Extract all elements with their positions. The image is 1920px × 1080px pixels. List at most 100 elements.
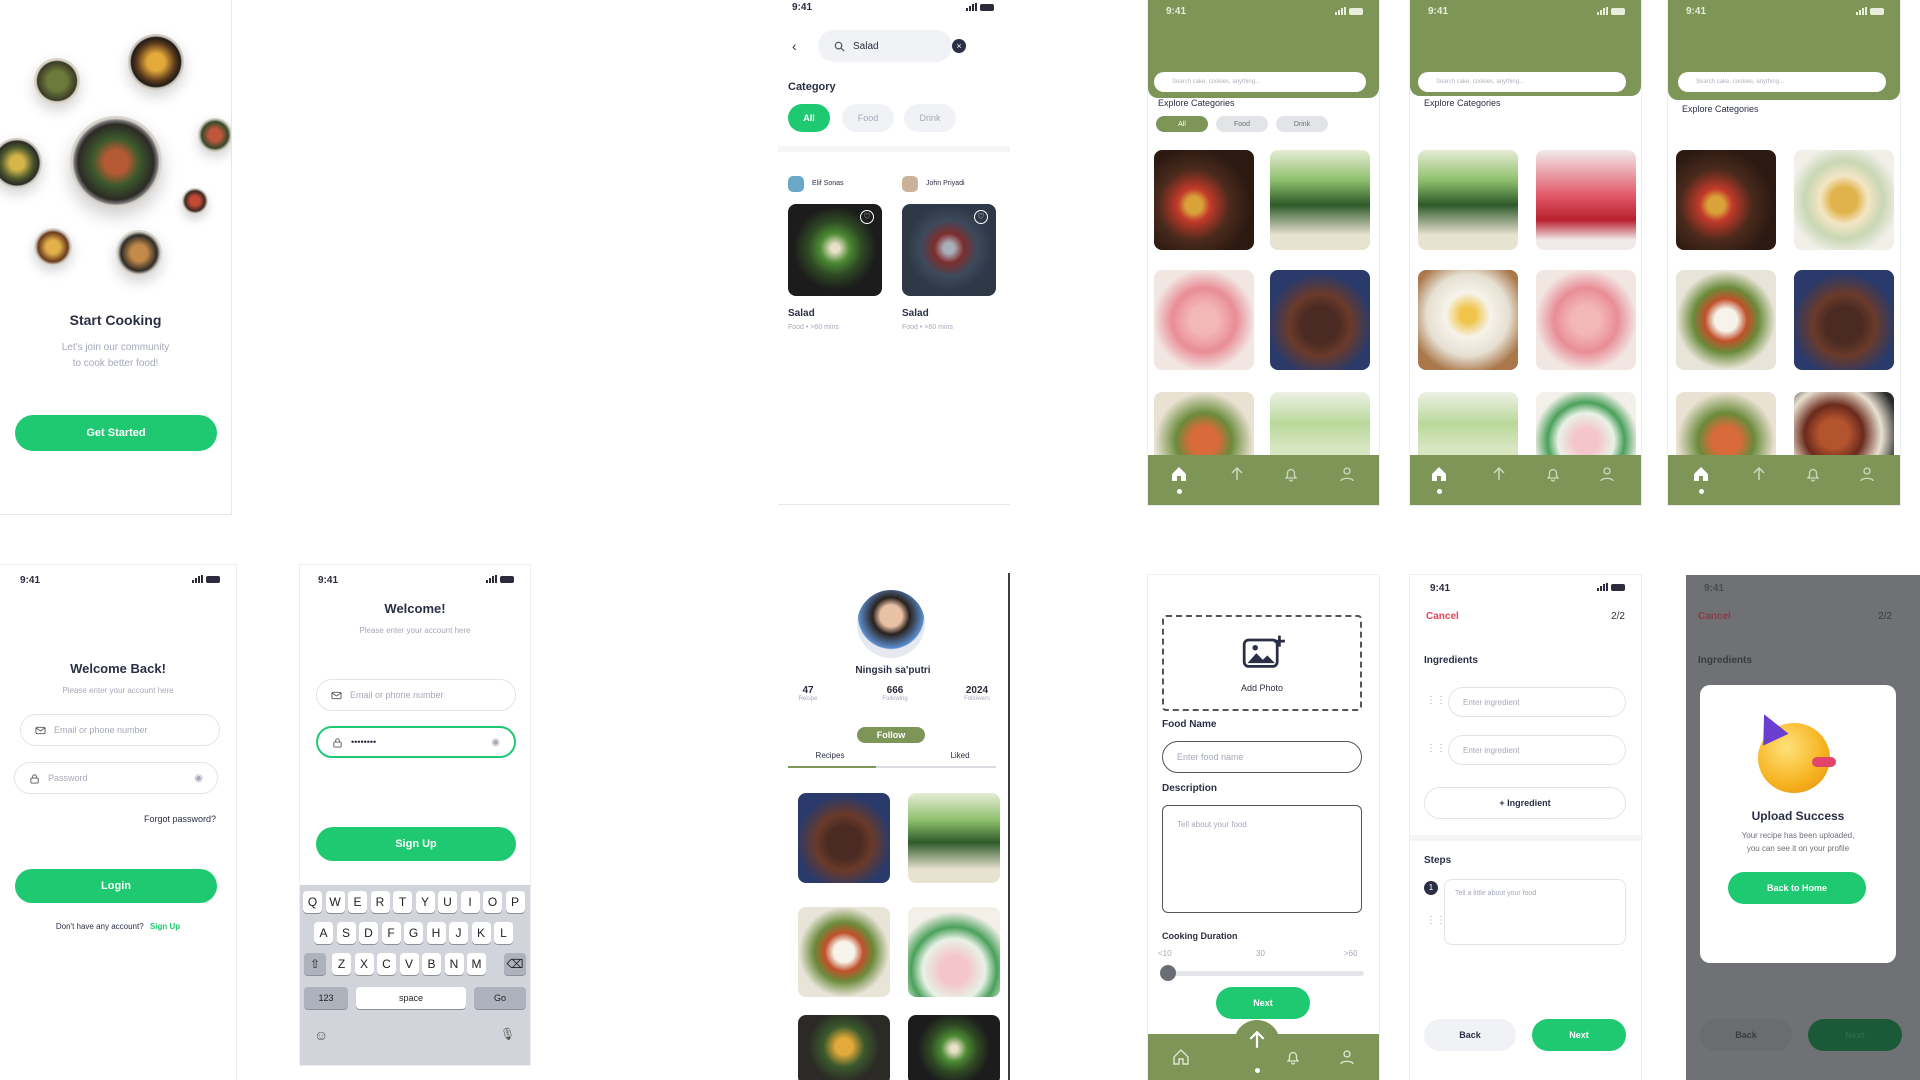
key-n[interactable]: N: [444, 953, 464, 975]
chip-drink[interactable]: Drink: [904, 104, 956, 132]
next-button[interactable]: Next: [1216, 987, 1310, 1019]
chip-food[interactable]: Food: [842, 104, 894, 132]
clear-search-icon[interactable]: ×: [952, 39, 966, 53]
bell-icon[interactable]: [1804, 465, 1822, 483]
follow-button[interactable]: Follow: [857, 727, 925, 743]
shift-key[interactable]: ⇧: [304, 953, 326, 975]
upload-tab-active[interactable]: [1234, 1020, 1280, 1066]
key-r[interactable]: R: [370, 891, 390, 913]
home-icon[interactable]: [1172, 1048, 1190, 1066]
key-l[interactable]: L: [494, 922, 513, 944]
microphone-icon[interactable]: 🎙: [500, 1027, 515, 1041]
key-x[interactable]: X: [354, 953, 374, 975]
bell-icon[interactable]: [1282, 465, 1300, 483]
bell-icon[interactable]: [1544, 465, 1562, 483]
space-key[interactable]: space: [356, 987, 466, 1009]
bell-icon[interactable]: [1284, 1048, 1302, 1066]
key-w[interactable]: W: [325, 891, 345, 913]
key-j[interactable]: J: [449, 922, 468, 944]
profile-icon[interactable]: [1338, 1048, 1356, 1066]
key-k[interactable]: K: [471, 922, 491, 944]
recipe-image[interactable]: [1794, 270, 1894, 370]
profile-icon[interactable]: [1338, 465, 1356, 483]
numbers-key[interactable]: 123: [304, 987, 348, 1009]
chip-drink[interactable]: Drink: [1276, 116, 1328, 132]
search-input[interactable]: Salad: [818, 30, 952, 62]
eye-icon[interactable]: ◉: [194, 773, 203, 784]
recipe-image[interactable]: [1536, 150, 1636, 250]
key-e[interactable]: E: [348, 891, 367, 913]
tab-liked[interactable]: Liked: [918, 751, 1002, 760]
add-photo-area[interactable]: Add Photo: [1162, 615, 1362, 711]
recipe-image[interactable]: [1270, 392, 1370, 462]
eye-icon[interactable]: ◉: [491, 737, 500, 748]
recipe-image[interactable]: [908, 1015, 1000, 1080]
key-p[interactable]: P: [505, 891, 525, 913]
key-h[interactable]: H: [426, 922, 446, 944]
recipe-image[interactable]: [1676, 392, 1776, 462]
home-icon[interactable]: [1170, 465, 1188, 483]
recipe-image[interactable]: [1676, 270, 1776, 370]
recipe-image[interactable]: [1794, 150, 1894, 250]
recipe-image[interactable]: [1270, 270, 1370, 370]
drag-handle-icon[interactable]: ⋮⋮: [1426, 743, 1446, 754]
recipe-image[interactable]: [908, 793, 1000, 883]
search-input[interactable]: Search cake, cookies, anything...: [1678, 72, 1886, 92]
recipe-image[interactable]: [1418, 392, 1518, 462]
forgot-password-link[interactable]: Forgot password?: [144, 814, 216, 824]
key-g[interactable]: G: [404, 922, 423, 944]
key-t[interactable]: T: [393, 891, 412, 913]
signup-link[interactable]: Sign Up: [150, 922, 180, 931]
signup-button[interactable]: Sign Up: [316, 827, 516, 861]
key-q[interactable]: Q: [303, 891, 322, 913]
recipe-image[interactable]: [1536, 392, 1636, 462]
login-button[interactable]: Login: [15, 869, 217, 903]
back-to-home-button[interactable]: Back to Home: [1728, 872, 1866, 904]
go-key[interactable]: Go: [474, 987, 526, 1009]
upload-icon[interactable]: [1750, 465, 1768, 483]
email-field[interactable]: Email or phone number: [316, 679, 516, 711]
step-input[interactable]: Tell a little about your food: [1444, 879, 1626, 945]
key-f[interactable]: F: [381, 922, 401, 944]
recipe-image[interactable]: [1154, 392, 1254, 462]
recipe-image[interactable]: [1418, 150, 1518, 250]
home-icon[interactable]: [1430, 465, 1448, 483]
profile-icon[interactable]: [1598, 465, 1616, 483]
recipe-image[interactable]: [1154, 270, 1254, 370]
cancel-link[interactable]: Cancel: [1426, 611, 1459, 622]
key-d[interactable]: D: [359, 922, 378, 944]
password-field[interactable]: Password ◉: [14, 762, 218, 794]
key-u[interactable]: U: [438, 891, 457, 913]
recipe-card[interactable]: Elif Sonas ♡ Salad Food • >60 mins: [788, 176, 888, 346]
recipe-image[interactable]: [1536, 270, 1636, 370]
add-ingredient-button[interactable]: + Ingredient: [1424, 787, 1626, 819]
description-input[interactable]: Tell about your food: [1162, 805, 1362, 913]
key-m[interactable]: M: [467, 953, 486, 975]
key-o[interactable]: O: [483, 891, 502, 913]
drag-handle-icon[interactable]: ⋮⋮: [1426, 695, 1446, 706]
duration-slider-handle[interactable]: [1160, 965, 1176, 981]
recipe-image[interactable]: [1794, 392, 1894, 462]
recipe-image[interactable]: [798, 907, 890, 997]
food-name-input[interactable]: Enter food name: [1162, 741, 1362, 773]
key-z[interactable]: Z: [332, 953, 351, 975]
next-button[interactable]: Next: [1532, 1019, 1626, 1051]
chip-all[interactable]: All: [788, 104, 830, 132]
recipe-image[interactable]: [1270, 150, 1370, 250]
recipe-image[interactable]: [1154, 150, 1254, 250]
key-a[interactable]: A: [314, 922, 333, 944]
drag-handle-icon[interactable]: ⋮⋮: [1426, 915, 1446, 926]
recipe-image[interactable]: [1418, 270, 1518, 370]
recipe-card[interactable]: John Priyadi ♡ Salad Food • >60 mins: [902, 176, 1002, 346]
delete-key[interactable]: ⌫: [504, 953, 526, 975]
ingredient-input[interactable]: Enter ingredient: [1448, 687, 1626, 717]
chip-all[interactable]: All: [1156, 116, 1208, 132]
tab-recipes[interactable]: Recipes: [788, 751, 872, 760]
key-v[interactable]: V: [399, 953, 419, 975]
get-started-button[interactable]: Get Started: [15, 415, 217, 451]
ingredient-input[interactable]: Enter ingredient: [1448, 735, 1626, 765]
back-button[interactable]: Back: [1424, 1019, 1516, 1051]
search-input[interactable]: Search cake, cookies, anything...: [1418, 72, 1626, 92]
chip-food[interactable]: Food: [1216, 116, 1268, 132]
recipe-image[interactable]: [1676, 150, 1776, 250]
